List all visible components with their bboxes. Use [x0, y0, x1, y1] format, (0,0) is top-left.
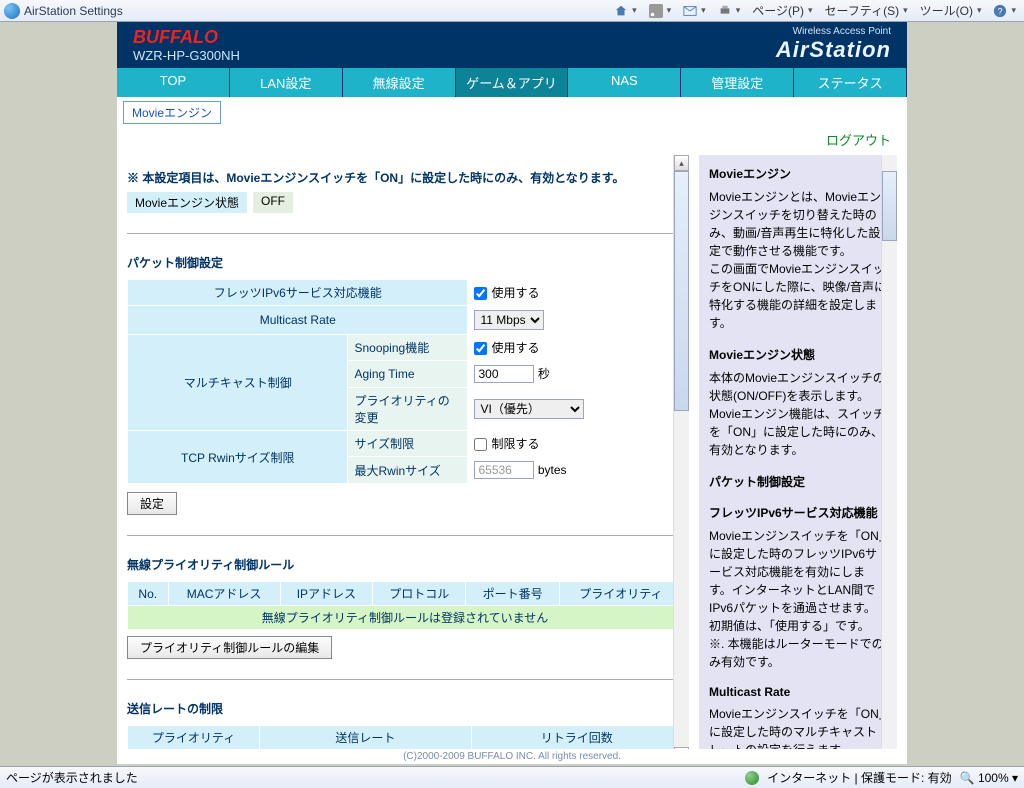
airstation-logo: Wireless Access Point AirStation: [776, 26, 891, 63]
snooping-label: Snooping機能: [348, 335, 468, 361]
globe-icon: [745, 771, 759, 785]
help-h5: Multicast Rate: [709, 685, 887, 699]
help-h3: パケット制御設定: [709, 473, 887, 490]
home-button[interactable]: [610, 4, 641, 18]
rules-table: No. MACアドレス IPアドレス プロトコル ポート番号 プライオリティ 無…: [127, 581, 683, 630]
size-limit-label: サイズ制限: [348, 431, 468, 457]
status-value: OFF: [253, 192, 293, 213]
ie-icon: [4, 3, 20, 19]
tab-status[interactable]: ステータス: [794, 68, 907, 97]
logout-link[interactable]: ログアウト: [117, 124, 907, 155]
help-h2: Movieエンジン状態: [709, 346, 887, 363]
tab-top[interactable]: TOP: [117, 68, 230, 97]
status-label: Movieエンジン状態: [127, 192, 247, 213]
print-button[interactable]: [714, 4, 745, 18]
tab-nas[interactable]: NAS: [568, 68, 681, 97]
help-scrollbar[interactable]: [881, 155, 897, 763]
brand-bar: BUFFALO WZR-HP-G300NH Wireless Access Po…: [117, 22, 907, 68]
tab-lan[interactable]: LAN設定: [230, 68, 343, 97]
tab-wireless[interactable]: 無線設定: [343, 68, 456, 97]
priority-select[interactable]: VI（優先）: [474, 399, 584, 419]
help-panel: Movieエンジン Movieエンジンとは、Movieエンジンスイッチを切り替え…: [699, 155, 897, 763]
browser-titlebar: AirStation Settings ページ(P) セーフティ(S) ツール(…: [0, 0, 1024, 22]
svg-text:?: ?: [998, 6, 1003, 16]
security-zone: インターネット | 保護モード: 有効: [767, 769, 951, 786]
page-menu[interactable]: ページ(P): [748, 2, 816, 19]
subtab-movie-engine[interactable]: Movieエンジン: [123, 101, 221, 124]
page-title: AirStation Settings: [24, 4, 123, 18]
snooping-checkbox[interactable]: 使用する: [474, 341, 539, 355]
edit-rules-button[interactable]: プライオリティ制御ルールの編集: [127, 636, 332, 659]
help-h4: フレッツIPv6サービス対応機能: [709, 504, 887, 521]
buffalo-logo: BUFFALO: [133, 28, 240, 46]
flets-checkbox[interactable]: 使用する: [474, 286, 539, 300]
max-rwin-label: 最大Rwinサイズ: [348, 457, 468, 484]
multicast-ctrl-label: マルチキャスト制御: [128, 335, 348, 431]
model-number: WZR-HP-G300NH: [133, 48, 240, 63]
aging-time-label: Aging Time: [348, 361, 468, 388]
mail-button[interactable]: [679, 4, 710, 18]
status-text: ページが表示されました: [6, 769, 138, 786]
tcp-rwin-label: TCP Rwinサイズ制限: [128, 431, 348, 484]
copyright: (C)2000-2009 BUFFALO INC. All rights res…: [117, 749, 907, 764]
tools-menu[interactable]: ツール(O): [916, 2, 986, 19]
aging-time-input[interactable]: [474, 365, 534, 383]
packet-table: フレッツIPv6サービス対応機能 使用する Multicast Rate 11 …: [127, 279, 683, 484]
zoom-control[interactable]: 🔍 100% ▾: [960, 771, 1018, 785]
router-page: BUFFALO WZR-HP-G300NH Wireless Access Po…: [117, 22, 907, 764]
left-scrollbar[interactable]: ▴ ▾: [673, 155, 689, 763]
max-rwin-input[interactable]: [474, 461, 534, 479]
rate-section-title: 送信レートの制限: [127, 700, 683, 717]
flets-label: フレッツIPv6サービス対応機能: [128, 280, 468, 306]
rss-button[interactable]: [645, 4, 676, 18]
multicast-rate-label: Multicast Rate: [128, 306, 468, 335]
help-button[interactable]: ?: [989, 4, 1020, 18]
priority-change-label: プライオリティの変更: [348, 388, 468, 431]
tab-admin[interactable]: 管理設定: [681, 68, 794, 97]
scroll-thumb[interactable]: [674, 171, 689, 411]
note-text: ※ 本設定項目は、Movieエンジンスイッチを「ON」に設定した時にのみ、有効と…: [127, 169, 683, 186]
multicast-rate-select[interactable]: 11 Mbps: [474, 310, 544, 330]
packet-section-title: パケット制御設定: [127, 254, 683, 271]
help-scroll-thumb[interactable]: [882, 171, 897, 241]
browser-toolbar: ページ(P) セーフティ(S) ツール(O) ?: [610, 2, 1020, 19]
main-content: ※ 本設定項目は、Movieエンジンスイッチを「ON」に設定した時にのみ、有効と…: [127, 155, 689, 763]
status-bar: ページが表示されました インターネット | 保護モード: 有効 🔍 100% ▾: [0, 766, 1024, 788]
rules-section-title: 無線プライオリティ制御ルール: [127, 556, 683, 573]
safety-menu[interactable]: セーフティ(S): [821, 2, 912, 19]
set-button[interactable]: 設定: [127, 492, 177, 515]
no-rules-text: 無線プライオリティ制御ルールは登録されていません: [128, 606, 683, 630]
tab-game-app[interactable]: ゲーム＆アプリ: [456, 68, 569, 97]
help-h1: Movieエンジン: [709, 165, 887, 182]
main-tabs: TOP LAN設定 無線設定 ゲーム＆アプリ NAS 管理設定 ステータス: [117, 68, 907, 97]
size-limit-checkbox[interactable]: 制限する: [474, 437, 539, 451]
scroll-up-icon[interactable]: ▴: [674, 155, 689, 171]
